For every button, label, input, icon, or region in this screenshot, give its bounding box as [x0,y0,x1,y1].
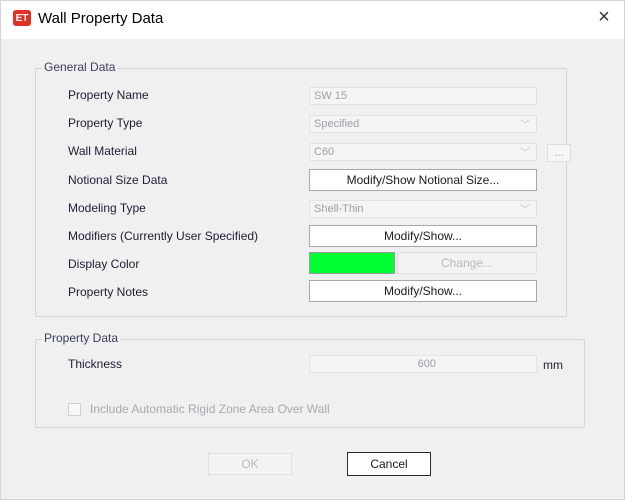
wall-property-dialog: ET Wall Property Data × General Data Pro… [0,0,625,500]
ok-button: OK [208,453,292,475]
title-bar: ET Wall Property Data × [1,1,624,39]
modeling-type-label: Modeling Type [68,201,146,215]
chevron-down-icon: ﹀ [520,205,530,216]
cancel-button[interactable]: Cancel [347,452,431,476]
property-type-select: Specified ﹀ [309,115,537,133]
property-name-field: SW 15 [309,87,537,105]
thickness-unit: mm [543,358,563,372]
general-data-title: General Data [42,60,118,74]
rigid-zone-checkbox [68,403,81,416]
property-type-label: Property Type [68,116,143,130]
property-name-label: Property Name [68,88,149,102]
modeling-type-value: Shell-Thin [314,203,364,215]
dialog-title: Wall Property Data [38,10,164,27]
modify-modifiers-button[interactable]: Modify/Show... [309,225,537,247]
modify-notional-size-button[interactable]: Modify/Show Notional Size... [309,169,537,191]
property-data-title: Property Data [42,331,121,345]
close-button[interactable]: × [592,5,616,29]
wall-material-value: C60 [314,146,335,158]
display-color-swatch [309,252,395,274]
notional-size-label: Notional Size Data [68,173,168,187]
wall-material-label: Wall Material [68,144,137,158]
app-logo-icon: ET [13,10,31,26]
modifiers-label: Modifiers (Currently User Specified) [68,229,259,243]
thickness-label: Thickness [68,357,123,371]
wall-material-more-button: ... [547,144,571,162]
display-color-label: Display Color [68,257,140,271]
property-notes-label: Property Notes [68,285,149,299]
modify-property-notes-button[interactable]: Modify/Show... [309,280,537,302]
change-color-button: Change... [397,252,537,274]
chevron-down-icon: ﹀ [520,120,530,131]
property-type-value: Specified [314,118,360,130]
thickness-field: 600 [309,355,537,373]
modeling-type-select: Shell-Thin ﹀ [309,200,537,218]
wall-material-select: C60 ﹀ [309,143,537,161]
chevron-down-icon: ﹀ [520,148,530,159]
rigid-zone-label: Include Automatic Rigid Zone Area Over W… [90,402,330,416]
